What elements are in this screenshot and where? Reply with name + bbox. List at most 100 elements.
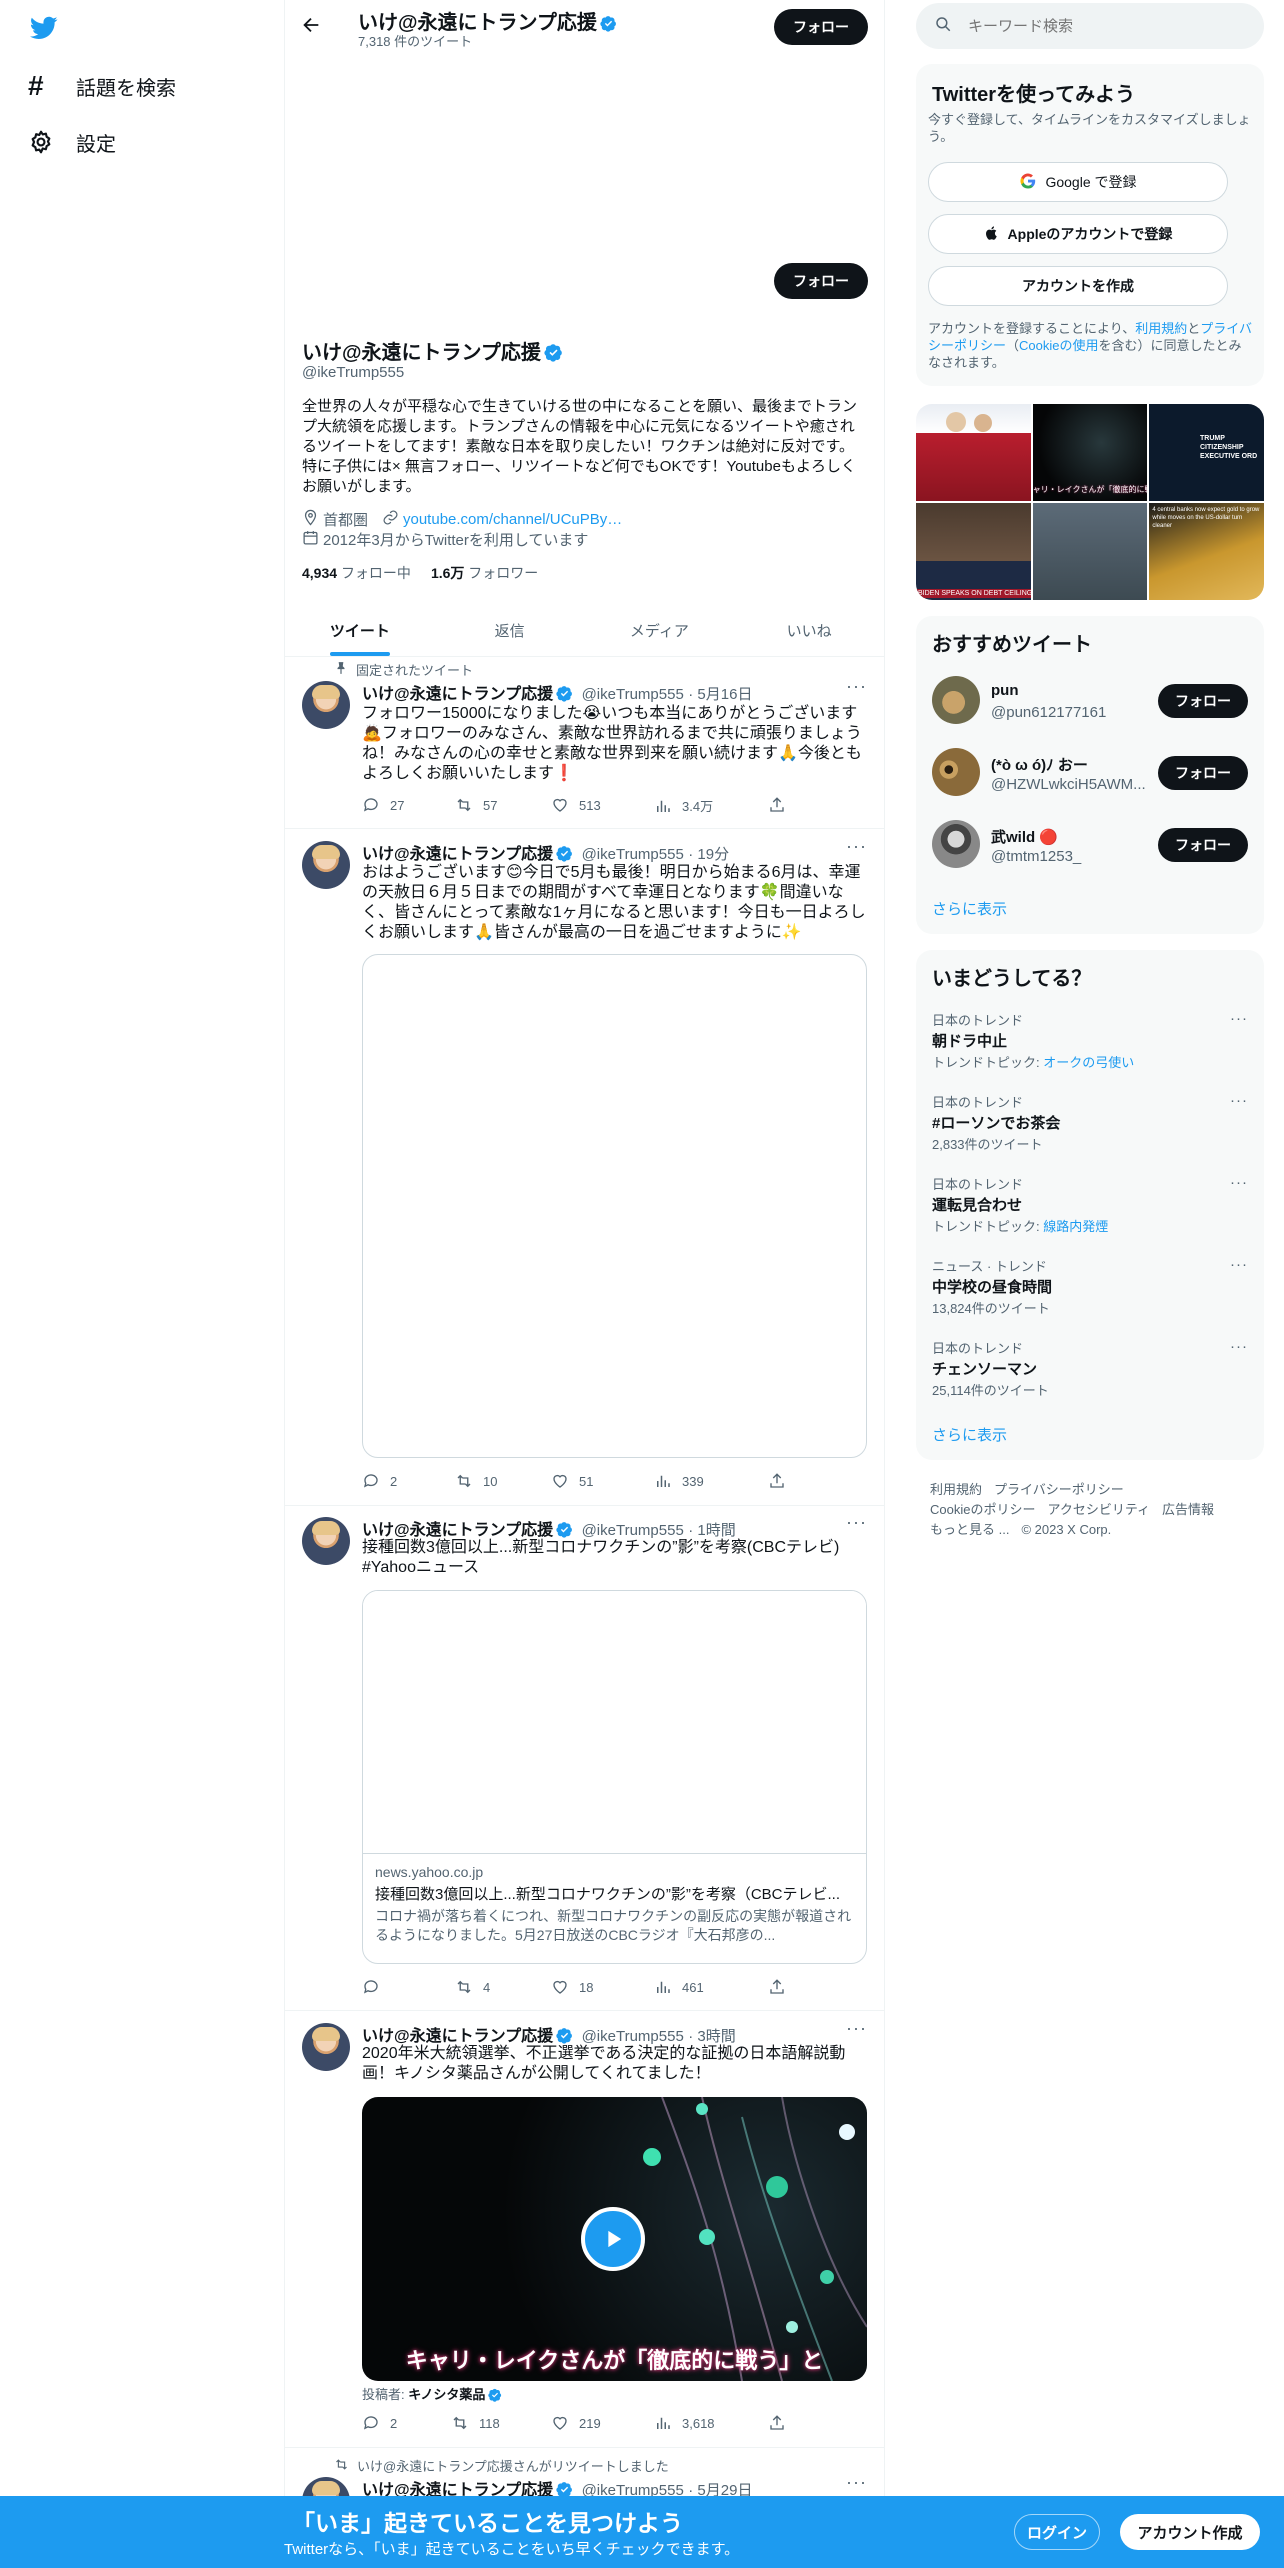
trend-sub-link[interactable]: 線路内発煙 [1043,1219,1108,1234]
tweet-time[interactable]: · 1時間 [688,1522,736,1539]
tweet-author-name[interactable]: いけ@永遠にトランプ応援 [362,686,553,703]
tweet-time[interactable]: · 19分 [688,846,729,863]
recommended-user[interactable]: pun @pun612177161 フォロー [916,672,1264,730]
retweet-button[interactable]: 4 [455,1978,490,1996]
footer-more[interactable]: もっと見る ... [930,1522,1009,1537]
follow-button[interactable]: フォロー [1158,684,1248,718]
avatar[interactable] [302,1517,350,1565]
tab-replies[interactable]: 返信 [435,604,585,656]
link-card[interactable]: news.yahoo.co.jp 接種回数3億回以上...新型コロナワクチンの”… [362,1590,867,1964]
views-button[interactable]: 3.4万 [654,796,713,815]
footer-terms[interactable]: 利用規約 [930,1482,982,1497]
hashtag-link[interactable]: #Yahooニュース [362,1558,479,1578]
trends-show-more[interactable]: さらに表示 [932,1424,1007,1445]
back-arrow-icon[interactable] [300,14,324,38]
twitter-logo-icon[interactable] [28,14,60,42]
trend-sub-link[interactable]: オークの弓使い [1043,1055,1134,1070]
reply-button[interactable] [362,1978,390,1996]
share-button[interactable] [768,796,786,814]
media-thumb[interactable]: 4 central banks now expect gold to grow … [1149,503,1264,600]
create-account-button[interactable]: アカウントを作成 [928,266,1228,306]
avatar[interactable] [302,2023,350,2071]
profile-follow-button[interactable]: フォロー [774,263,868,299]
avatar[interactable] [932,748,980,796]
more-options-icon[interactable]: ··· [1230,1010,1248,1027]
follow-button[interactable]: フォロー [1158,828,1248,862]
share-button[interactable] [768,1978,786,1996]
more-options-icon[interactable]: ··· [1230,1092,1248,1109]
signup-button[interactable]: アカウント作成 [1120,2514,1260,2550]
media-thumb[interactable]: BIDEN SPEAKS ON DEBT CEILING D [916,503,1031,600]
play-button[interactable] [581,2207,645,2271]
media-thumb[interactable]: TRUMP CITIZENSHIP EXECUTIVE ORD [1149,404,1264,501]
tab-likes[interactable]: いいね [734,604,884,656]
more-options-icon[interactable]: ··· [1230,1256,1248,1273]
avatar[interactable] [302,841,350,889]
views-button[interactable]: 339 [654,1472,704,1490]
views-button[interactable]: 3,618 [654,2414,715,2432]
media-thumb[interactable]: ャリ・レイクさんが「徹底的に戦う」 [1032,404,1148,501]
reply-button[interactable]: 2 [362,1472,397,1490]
footer-cookie[interactable]: Cookieのポリシー [930,1502,1035,1517]
terms-link[interactable]: 利用規約 [1135,321,1187,336]
login-button[interactable]: ログイン [1014,2514,1100,2550]
profile-url[interactable]: youtube.com/channel/UCuPBy… [382,509,622,530]
tweet-author-name[interactable]: いけ@永遠にトランプ応援 [362,2028,553,2045]
apple-signup-button[interactable]: Appleのアカウントで登録 [928,214,1228,254]
recommended-user[interactable]: (*ò ω ó)ﾉ おー @HZWLwkciH5AWM... フォロー [916,744,1264,802]
nav-explore[interactable]: # 話題を検索 [28,70,176,102]
following-link[interactable]: 4,934 フォロー中 [302,563,411,583]
share-button[interactable] [768,2414,786,2432]
tab-media[interactable]: メディア [585,604,735,656]
more-options-icon[interactable]: ··· [846,2018,867,2039]
more-options-icon[interactable]: ··· [846,1512,867,1533]
cookie-link[interactable]: Cookieの使用 [1019,338,1098,353]
tweet-time[interactable]: · 5月16日 [688,686,752,703]
more-options-icon[interactable]: ··· [846,676,867,697]
more-options-icon[interactable]: ··· [1230,1338,1248,1355]
retweet-button[interactable]: 118 [451,2414,500,2432]
more-options-icon[interactable]: ··· [846,836,867,857]
retweet-button[interactable]: 10 [455,1472,497,1490]
recommended-show-more[interactable]: さらに表示 [932,898,1007,919]
tweet-author-name[interactable]: いけ@永遠にトランプ応援 [362,1522,553,1539]
like-button[interactable]: 219 [551,2414,601,2432]
like-button[interactable]: 18 [551,1978,593,1996]
trend-item[interactable]: 日本のトレンド 運転見合わせ トレンドトピック: 線路内発煙 ··· [916,1170,1264,1250]
header-follow-button[interactable]: フォロー [774,9,868,45]
tweet-author-name[interactable]: いけ@永遠にトランプ応援 [362,846,553,863]
tweet-time[interactable]: · 3時間 [688,2028,736,2045]
like-button[interactable]: 513 [551,796,601,814]
avatar[interactable] [932,820,980,868]
followers-link[interactable]: 1.6万 フォロワー [431,563,538,583]
trend-item[interactable]: 日本のトレンド #ローソンでお茶会 2,833件のツイート ··· [916,1088,1264,1168]
avatar[interactable] [932,676,980,724]
like-button[interactable]: 51 [551,1472,593,1490]
media-thumb[interactable] [916,404,1031,501]
tweet-media-placeholder[interactable] [362,954,867,1458]
reply-button[interactable]: 2 [362,2414,397,2432]
tweet-video[interactable]: キャリ・レイクさんが「徹底的に戦う」と [362,2097,867,2381]
footer-ads[interactable]: 広告情報 [1162,1502,1214,1517]
trend-item[interactable]: ニュース · トレンド 中学校の昼食時間 13,824件のツイート ··· [916,1252,1264,1332]
views-button[interactable]: 461 [654,1978,704,1996]
trend-item[interactable]: 日本のトレンド 朝ドラ中止 トレンドトピック: オークの弓使い ··· [916,1006,1264,1086]
retweet-button[interactable]: 57 [455,796,497,814]
media-thumb[interactable] [1032,503,1148,600]
tab-tweets[interactable]: ツイート [285,604,435,656]
reply-button[interactable]: 27 [362,796,404,814]
search-box[interactable] [916,3,1264,49]
more-options-icon[interactable]: ··· [846,2472,867,2493]
recommended-user[interactable]: 武wild 🔴 @tmtm1253_ フォロー [916,816,1264,874]
footer-accessibility[interactable]: アクセシビリティ [1047,1502,1150,1517]
follow-button[interactable]: フォロー [1158,756,1248,790]
trend-item[interactable]: 日本のトレンド チェンソーマン 25,114件のツイート ··· [916,1334,1264,1414]
nav-settings[interactable]: 設定 [28,128,116,157]
more-options-icon[interactable]: ··· [1230,1174,1248,1191]
search-input[interactable] [968,17,1228,35]
footer-privacy[interactable]: プライバシーポリシー [994,1482,1124,1497]
share-button[interactable] [768,1472,786,1490]
avatar[interactable] [302,681,350,729]
google-signup-button[interactable]: Google で登録 [928,162,1228,202]
poster-name[interactable]: キノシタ薬品 [408,2387,485,2402]
